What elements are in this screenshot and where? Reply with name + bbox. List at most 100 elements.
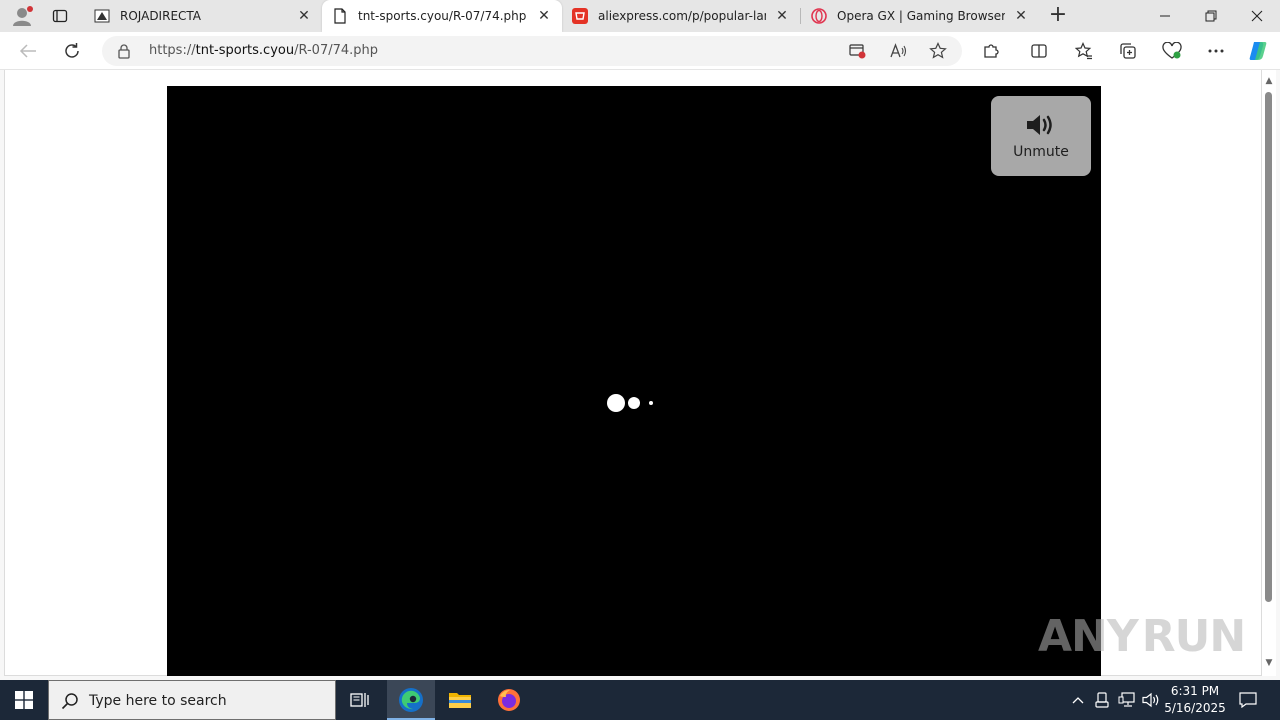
loader-dot-large [607,394,625,412]
close-tab-icon[interactable]: ✕ [774,8,790,24]
start-button[interactable] [0,680,48,720]
unmute-button[interactable]: Unmute [991,96,1091,176]
edge-icon [399,688,423,712]
collections-icon [1120,43,1136,59]
taskbar: Type here to search 6:31 PM 5/16/2025 [0,680,1280,720]
tab-actions-icon [52,9,68,23]
favorites-button[interactable] [1070,37,1098,65]
close-icon [1251,10,1263,22]
profile-alert-dot [27,6,33,12]
tab-strip: ROJADIRECTA ✕ tnt-sports.cyou/R-07/74.ph… [0,0,1280,32]
extensions-button[interactable] [977,37,1005,65]
file-explorer-taskbar-button[interactable] [436,680,484,720]
page-icon [332,8,348,24]
anyrun-watermark: ANY RUN [1038,606,1246,666]
clock-time: 6:31 PM [1170,684,1220,698]
tab-title: aliexpress.com/p/popular-landin [598,9,766,23]
search-placeholder: Type here to search [89,693,227,709]
folder-icon [449,693,471,708]
tab-rojadirecta[interactable]: ROJADIRECTA ✕ [84,0,322,32]
address-bar[interactable]: https://tnt-sports.cyou/R-07/74.php [102,36,962,66]
clock-date: 5/16/2025 [1164,701,1226,715]
read-aloud-icon [890,43,907,58]
close-window-button[interactable] [1234,0,1280,32]
url-scheme: https:// [149,43,196,58]
navigation-toolbar: https://tnt-sports.cyou/R-07/74.php [0,32,1280,70]
browser-essentials-button[interactable] [1158,37,1186,65]
url-path: /R-07/74.php [294,43,379,58]
show-hidden-icons-button[interactable] [1068,680,1088,720]
speaker-icon [1027,115,1052,135]
profile-button[interactable] [8,4,36,28]
restore-button[interactable] [1188,0,1234,32]
page-viewport: Unmute [4,70,1262,676]
windows-logo-icon [15,691,33,709]
tab-title: ROJADIRECTA [120,9,202,23]
tab-opera-gx[interactable]: Opera GX | Gaming Browser | Op ✕ [801,0,1039,32]
chevron-up-icon [1072,697,1084,704]
split-screen-icon [1031,44,1047,58]
favorites-icon [1075,42,1092,60]
device-tray-button[interactable] [1092,680,1112,720]
edge-taskbar-button[interactable] [387,680,435,720]
rojadirecta-favicon [94,8,110,24]
url-text[interactable]: https://tnt-sports.cyou/R-07/74.php [149,43,378,58]
task-view-button[interactable] [336,680,384,720]
star-icon [929,42,947,59]
page-scrollbar[interactable]: ▲ ▼ [1262,70,1276,676]
copilot-button[interactable] [1244,37,1272,65]
volume-tray-button[interactable] [1140,680,1162,720]
tab-title: tnt-sports.cyou/R-07/74.php [358,9,527,23]
collections-button[interactable] [1114,37,1142,65]
unmute-label: Unmute [1013,144,1069,160]
settings-more-button[interactable] [1202,37,1230,65]
usb-device-icon [1095,692,1109,708]
back-arrow-icon [19,44,36,58]
puzzle-icon [984,44,999,58]
scrollbar-thumb[interactable] [1265,92,1272,602]
firefox-icon [498,689,520,711]
tab-tnt-sports[interactable]: tnt-sports.cyou/R-07/74.php ✕ [322,0,562,32]
watermark-left-text: ANY [1038,610,1139,662]
task-view-icon [350,693,369,707]
tab-actions-button[interactable] [46,5,74,27]
volume-icon [1142,692,1159,708]
taskbar-search-box[interactable]: Type here to search [48,680,336,720]
loader-dot-small [649,401,653,405]
favorite-star-button[interactable] [926,39,950,63]
tab-aliexpress[interactable]: aliexpress.com/p/popular-landin ✕ [562,0,800,32]
firefox-taskbar-button[interactable] [485,680,533,720]
more-dots-icon [1208,49,1224,53]
back-button[interactable] [14,37,42,65]
browser-window: ROJADIRECTA ✕ tnt-sports.cyou/R-07/74.ph… [0,0,1280,680]
loader-dot-medium [628,397,640,409]
scroll-up-arrow[interactable]: ▲ [1264,76,1274,86]
search-icon [61,693,78,710]
lock-icon[interactable] [116,43,132,59]
video-player[interactable]: Unmute [167,86,1101,676]
scroll-down-arrow[interactable]: ▼ [1264,658,1274,668]
url-host: tnt-sports.cyou [195,43,295,58]
taskbar-clock[interactable]: 6:31 PM 5/16/2025 [1160,683,1230,717]
opera-favicon [811,8,827,24]
minimize-icon [1160,15,1170,17]
loading-spinner [605,392,665,414]
refresh-icon [65,43,79,58]
blocked-popup-button[interactable] [846,39,870,63]
refresh-button[interactable] [58,37,86,65]
network-icon [1118,692,1135,707]
heart-pulse-icon [1162,42,1182,59]
close-tab-icon[interactable]: ✕ [536,8,552,24]
network-tray-button[interactable] [1116,680,1138,720]
split-screen-button[interactable] [1025,37,1053,65]
copilot-icon [1249,42,1267,60]
restore-icon [1205,10,1217,22]
notification-icon [1239,692,1257,708]
watermark-right-text: RUN [1141,610,1246,662]
close-tab-icon[interactable]: ✕ [296,8,312,24]
read-aloud-button[interactable] [886,39,910,63]
notification-center-button[interactable] [1234,680,1262,720]
new-tab-button[interactable]: + [1046,4,1070,28]
close-tab-icon[interactable]: ✕ [1013,8,1029,24]
minimize-button[interactable] [1142,0,1188,32]
